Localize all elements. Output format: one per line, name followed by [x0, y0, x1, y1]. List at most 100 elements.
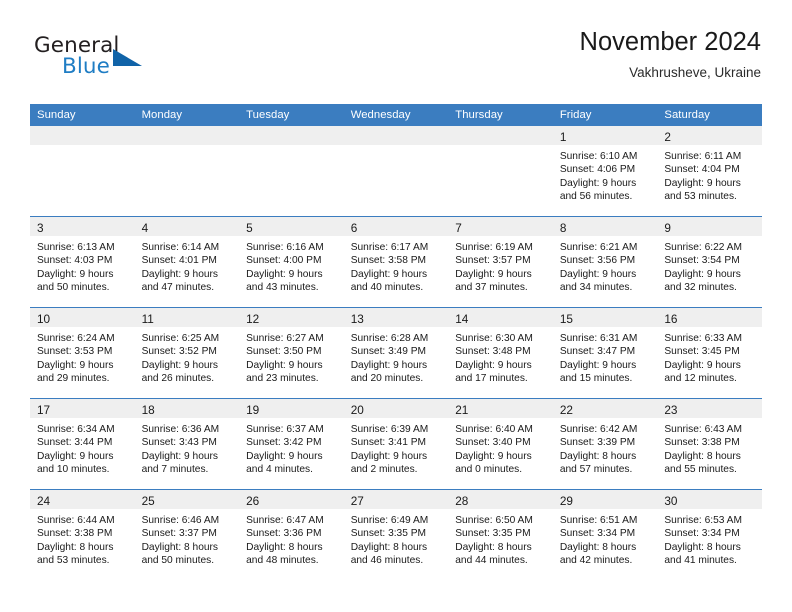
- daynum-strip: 20: [343, 399, 449, 418]
- day-cell-29[interactable]: 29 Sunrise: 6:51 AM Sunset: 3:34 PM Dayligh…: [552, 490, 658, 580]
- day-cell-9[interactable]: 9 Sunrise: 6:22 AM Sunset: 3:54 PM Daylight…: [657, 217, 762, 307]
- sunset-text: Sunset: 3:38 PM: [37, 528, 113, 540]
- day-cell-13[interactable]: 13 Sunrise: 6:28 AM Sunset: 3:49 PM Dayligh…: [343, 308, 449, 398]
- sunrise-text: Sunrise: 6:28 AM: [350, 333, 429, 344]
- day-cell-30[interactable]: 30 Sunrise: 6:53 AM Sunset: 3:34 PM Dayligh…: [657, 490, 762, 580]
- sunset-text: Sunset: 4:00 PM: [246, 255, 322, 267]
- day-details: Sunrise: 6:28 AM Sunset: 3:49 PM Daylight:…: [344, 327, 449, 386]
- day-number: 25: [141, 494, 155, 508]
- calendar-day-cell: 10 Sunrise: 6:24 AM Sunset: 3:53 PM Dayligh…: [30, 307, 135, 399]
- day-cell-4[interactable]: 4 Sunrise: 6:14 AM Sunset: 4:01 PM Daylight…: [134, 217, 240, 307]
- day-cell-15[interactable]: 15 Sunrise: 6:31 AM Sunset: 3:47 PM Dayligh…: [552, 308, 658, 398]
- sunset-text: Sunset: 3:42 PM: [246, 437, 322, 449]
- day-number: 20: [350, 403, 364, 417]
- daylight-text-line1: Daylight: 9 hours: [246, 359, 323, 371]
- daynum-strip: 10: [30, 308, 135, 327]
- day-number: 14: [455, 312, 469, 326]
- day-cell-27[interactable]: 27 Sunrise: 6:49 AM Sunset: 3:35 PM Dayligh…: [343, 490, 449, 580]
- daynum-strip: 2: [657, 126, 762, 145]
- calendar-day-cell-empty: [343, 126, 449, 217]
- day-details: Sunrise: 6:19 AM Sunset: 3:57 PM Daylight:…: [448, 236, 553, 295]
- day-cell-1[interactable]: 1 Sunrise: 6:10 AM Sunset: 4:06 PM Daylight…: [552, 126, 658, 216]
- weekday-header-thursday: Thursday: [448, 104, 553, 126]
- daynum-strip: 11: [134, 308, 240, 327]
- daylight-text-line2: and 0 minutes.: [455, 464, 523, 476]
- sunset-text: Sunset: 4:06 PM: [559, 164, 636, 176]
- sunrise-text: Sunrise: 6:25 AM: [141, 333, 220, 344]
- daylight-text-line2: and 50 minutes.: [37, 282, 110, 294]
- day-cell-18[interactable]: 18 Sunrise: 6:36 AM Sunset: 3:43 PM Dayligh…: [134, 399, 240, 489]
- day-cell-17[interactable]: 17 Sunrise: 6:34 AM Sunset: 3:44 PM Dayligh…: [30, 399, 135, 489]
- day-details: Sunrise: 6:50 AM Sunset: 3:35 PM Daylight:…: [448, 509, 553, 568]
- day-cell-7[interactable]: 7 Sunrise: 6:19 AM Sunset: 3:57 PM Daylight…: [448, 217, 553, 307]
- day-details: Sunrise: 6:46 AM Sunset: 3:37 PM Daylight:…: [135, 509, 240, 568]
- daylight-text-line1: Daylight: 9 hours: [559, 359, 637, 371]
- daynum-strip: 23: [657, 399, 762, 418]
- daylight-text-line1: Daylight: 9 hours: [559, 177, 637, 189]
- calendar-header-row: Sunday Monday Tuesday Wednesday Thursday…: [30, 104, 762, 126]
- sunset-text: Sunset: 3:36 PM: [246, 528, 322, 540]
- calendar-day-cell: 27 Sunrise: 6:49 AM Sunset: 3:35 PM Dayligh…: [343, 489, 449, 580]
- sunset-text: Sunset: 3:35 PM: [350, 528, 427, 540]
- day-cell-14[interactable]: 14 Sunrise: 6:30 AM Sunset: 3:48 PM Dayligh…: [448, 308, 553, 398]
- calendar-day-cell: 16 Sunrise: 6:33 AM Sunset: 3:45 PM Dayligh…: [657, 307, 762, 399]
- day-cell-2[interactable]: 2 Sunrise: 6:11 AM Sunset: 4:04 PM Daylight…: [657, 126, 762, 216]
- daylight-text-line2: and 26 minutes.: [141, 373, 215, 385]
- daynum-strip: 30: [657, 490, 762, 509]
- calendar-day-cell: 28 Sunrise: 6:50 AM Sunset: 3:35 PM Dayligh…: [448, 489, 553, 580]
- day-cell-28[interactable]: 28 Sunrise: 6:50 AM Sunset: 3:35 PM Dayligh…: [448, 490, 553, 580]
- daylight-text-line1: Daylight: 8 hours: [664, 541, 741, 553]
- day-cell-21[interactable]: 21 Sunrise: 6:40 AM Sunset: 3:40 PM Dayligh…: [448, 399, 553, 489]
- sunrise-text: Sunrise: 6:50 AM: [455, 515, 533, 526]
- day-cell-25[interactable]: 25 Sunrise: 6:46 AM Sunset: 3:37 PM Dayligh…: [134, 490, 240, 580]
- day-number: 8: [559, 221, 567, 235]
- sunset-text: Sunset: 3:52 PM: [141, 346, 217, 358]
- day-cell-10[interactable]: 10 Sunrise: 6:24 AM Sunset: 3:53 PM Dayligh…: [30, 308, 135, 398]
- day-cell-20[interactable]: 20 Sunrise: 6:39 AM Sunset: 3:41 PM Dayligh…: [343, 399, 449, 489]
- sunset-text: Sunset: 3:50 PM: [246, 346, 322, 358]
- daynum-strip: 12: [239, 308, 344, 327]
- generalblue-logo[interactable]: General Blue: [31, 33, 271, 89]
- daynum-strip: 1: [552, 126, 658, 145]
- empty-daynum-strip: [239, 126, 344, 145]
- day-cell-19[interactable]: 19 Sunrise: 6:37 AM Sunset: 3:42 PM Dayligh…: [239, 399, 344, 489]
- day-number: 17: [37, 403, 51, 417]
- sunrise-text: Sunrise: 6:10 AM: [559, 151, 638, 162]
- day-number: 28: [455, 494, 469, 508]
- day-cell-26[interactable]: 26 Sunrise: 6:47 AM Sunset: 3:36 PM Dayligh…: [239, 490, 344, 580]
- day-cell-5[interactable]: 5 Sunrise: 6:16 AM Sunset: 4:00 PM Daylight…: [239, 217, 344, 307]
- daylight-text-line2: and 23 minutes.: [246, 373, 319, 385]
- day-cell-22[interactable]: 22 Sunrise: 6:42 AM Sunset: 3:39 PM Dayligh…: [552, 399, 658, 489]
- calendar-day-cell-empty: [30, 126, 135, 217]
- day-cell-6[interactable]: 6 Sunrise: 6:17 AM Sunset: 3:58 PM Daylight…: [343, 217, 449, 307]
- daylight-text-line1: Daylight: 8 hours: [664, 450, 741, 462]
- daylight-text-line1: Daylight: 8 hours: [141, 541, 219, 553]
- day-number: 1: [559, 130, 567, 144]
- day-cell-24[interactable]: 24 Sunrise: 6:44 AM Sunset: 3:38 PM Dayligh…: [30, 490, 135, 580]
- daynum-strip: 13: [343, 308, 449, 327]
- day-details: Sunrise: 6:40 AM Sunset: 3:40 PM Daylight:…: [448, 418, 553, 477]
- daynum-strip: 26: [239, 490, 344, 509]
- weekday-header-friday: Friday: [552, 104, 658, 126]
- day-cell-3[interactable]: 3 Sunrise: 6:13 AM Sunset: 4:03 PM Daylight…: [30, 217, 135, 307]
- daylight-text-line2: and 55 minutes.: [664, 464, 737, 476]
- day-number: 15: [559, 312, 573, 326]
- sunrise-text: Sunrise: 6:19 AM: [455, 242, 533, 253]
- calendar-day-cell: 30 Sunrise: 6:53 AM Sunset: 3:34 PM Dayligh…: [657, 489, 762, 580]
- daynum-strip: 25: [134, 490, 240, 509]
- daynum-strip: 14: [448, 308, 553, 327]
- day-cell-11[interactable]: 11 Sunrise: 6:25 AM Sunset: 3:52 PM Dayligh…: [134, 308, 240, 398]
- empty-day-cell: [343, 126, 449, 216]
- calendar-day-cell: 11 Sunrise: 6:25 AM Sunset: 3:52 PM Dayligh…: [134, 307, 240, 399]
- sunset-text: Sunset: 3:58 PM: [350, 255, 427, 267]
- day-cell-23[interactable]: 23 Sunrise: 6:43 AM Sunset: 3:38 PM Dayligh…: [657, 399, 762, 489]
- daylight-text-line2: and 44 minutes.: [455, 555, 528, 567]
- sunrise-text: Sunrise: 6:22 AM: [664, 242, 742, 253]
- day-number: 22: [559, 403, 573, 417]
- daylight-text-line2: and 47 minutes.: [141, 282, 215, 294]
- day-cell-12[interactable]: 12 Sunrise: 6:27 AM Sunset: 3:50 PM Dayligh…: [239, 308, 344, 398]
- day-cell-16[interactable]: 16 Sunrise: 6:33 AM Sunset: 3:45 PM Dayligh…: [657, 308, 762, 398]
- sunset-text: Sunset: 3:38 PM: [664, 437, 740, 449]
- day-cell-8[interactable]: 8 Sunrise: 6:21 AM Sunset: 3:56 PM Daylight…: [552, 217, 658, 307]
- day-details: Sunrise: 6:24 AM Sunset: 3:53 PM Daylight:…: [30, 327, 135, 386]
